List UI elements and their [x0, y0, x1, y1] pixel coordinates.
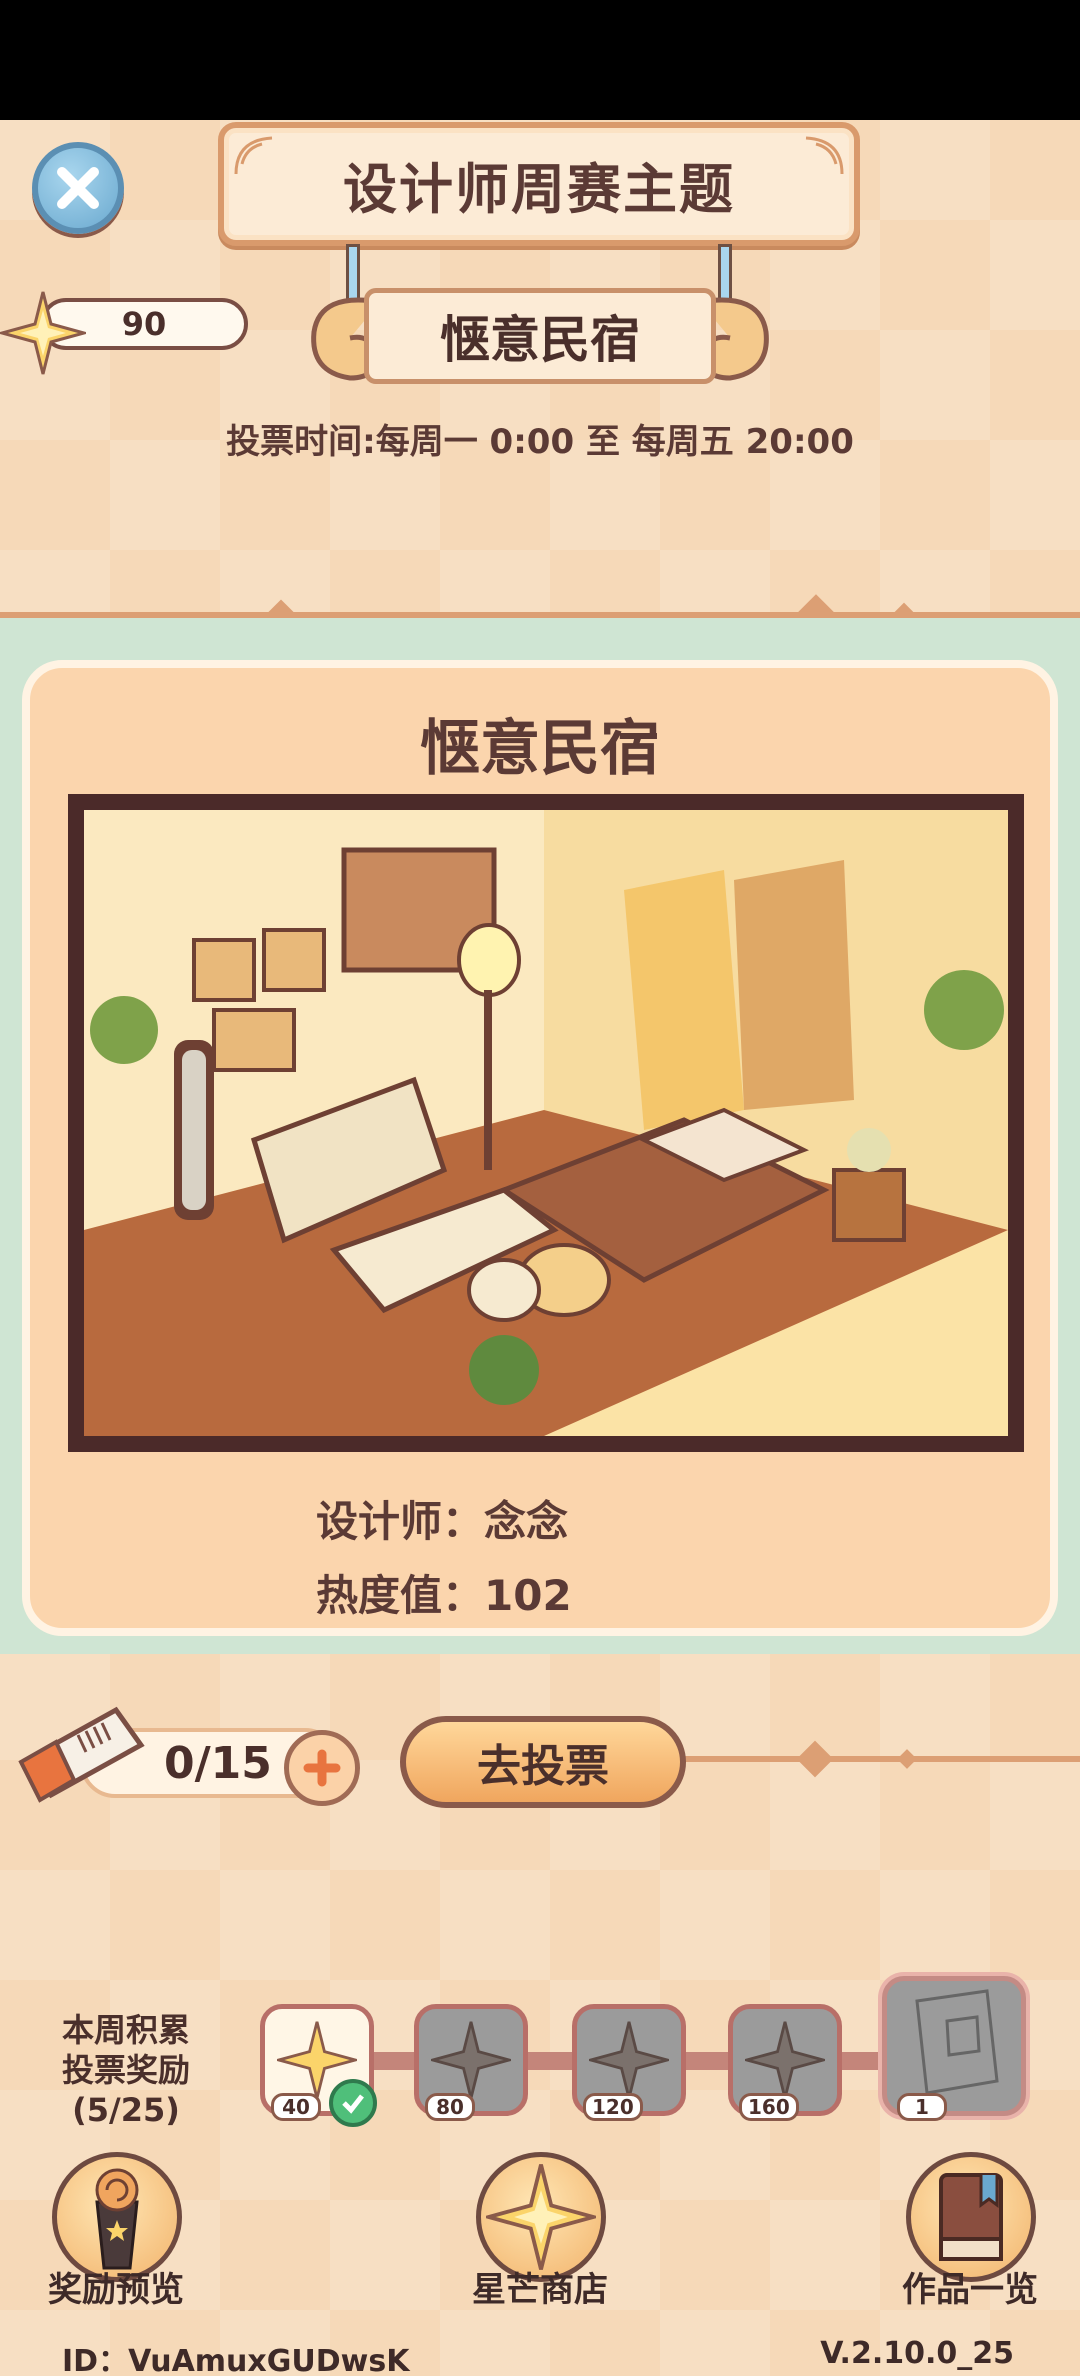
- reward-node-120[interactable]: 120: [572, 2004, 686, 2121]
- book-icon: [939, 2173, 1003, 2261]
- designer-name: 设计师：念念: [316, 1497, 569, 1546]
- design-image[interactable]: [68, 794, 1024, 1452]
- star-icon: [431, 2021, 511, 2099]
- go-vote-button[interactable]: 去投票: [400, 1716, 686, 1808]
- reward-node-40[interactable]: 40: [260, 2004, 377, 2127]
- divider-diamond: [897, 1749, 917, 1769]
- reward-threshold: 120: [583, 2093, 643, 2121]
- close-icon: [57, 167, 99, 209]
- check-icon: [329, 2079, 377, 2127]
- reward-threshold: 1: [897, 2093, 947, 2121]
- star-icon: [745, 2021, 825, 2099]
- user-id: ID：VuAmuxGUDwsK: [62, 2344, 410, 2376]
- star-shop-button[interactable]: 星芒商店: [430, 2152, 650, 2310]
- vote-time: 投票时间:每周一 0:00 至 每周五 20:00: [226, 422, 854, 462]
- reward-node-80[interactable]: 80: [414, 2004, 528, 2121]
- plus-icon: [303, 1749, 341, 1787]
- gallery-button[interactable]: 作品一览: [860, 2152, 1080, 2310]
- card-title: 惬意民宿: [420, 714, 660, 784]
- star-currency: 90: [0, 290, 260, 375]
- final-reward-node[interactable]: 1: [882, 1976, 1026, 2121]
- reward-preview-label: 奖励预览: [48, 2270, 184, 2310]
- page-title: 设计师周赛主题: [343, 157, 735, 221]
- weekly-reward-label: 本周积累 投票奖励 (5/25): [36, 2010, 216, 2130]
- reward-threshold: 40: [271, 2093, 321, 2121]
- vote-bar: 0/15 去投票: [0, 1700, 1080, 1820]
- star-icon: [0, 291, 86, 375]
- heat-value: 热度值：102: [316, 1571, 572, 1620]
- reward-progress: (5/25): [72, 2091, 180, 2129]
- theme-name: 惬意民宿: [364, 288, 716, 384]
- trophy-icon: [95, 2168, 139, 2270]
- add-ticket-button[interactable]: [284, 1730, 360, 1806]
- design-card[interactable]: 惬意民宿 设计师：念念 热度值：102: [22, 660, 1058, 1636]
- room-illustration: [84, 810, 1008, 1436]
- reward-node-160[interactable]: 160: [728, 2004, 842, 2121]
- gallery-label: 作品一览: [902, 2270, 1038, 2310]
- reward-label-line: 投票奖励: [61, 2051, 190, 2089]
- furniture-icon: [915, 1989, 999, 2095]
- reward-threshold: 80: [425, 2093, 475, 2121]
- divider: [640, 1756, 1080, 1762]
- status-bar: [0, 0, 1080, 120]
- star-icon: [589, 2021, 669, 2099]
- reward-preview-button[interactable]: 奖励预览: [6, 2152, 226, 2310]
- divider-diamond: [796, 1740, 834, 1778]
- title-plaque: 设计师周赛主题: [218, 122, 860, 246]
- theme-ribbon: 惬意民宿: [300, 272, 780, 402]
- version-label: V.2.10.0_25: [820, 2336, 1014, 2371]
- star-icon: [486, 2164, 596, 2270]
- close-button[interactable]: [32, 142, 124, 234]
- ornament-icon: [234, 136, 273, 175]
- reward-label-line: 本周积累: [61, 2011, 190, 2049]
- star-shop-label: 星芒商店: [472, 2270, 608, 2310]
- reward-threshold: 160: [739, 2093, 799, 2121]
- ticket-icon: [18, 1706, 145, 1803]
- ornament-icon: [805, 136, 844, 175]
